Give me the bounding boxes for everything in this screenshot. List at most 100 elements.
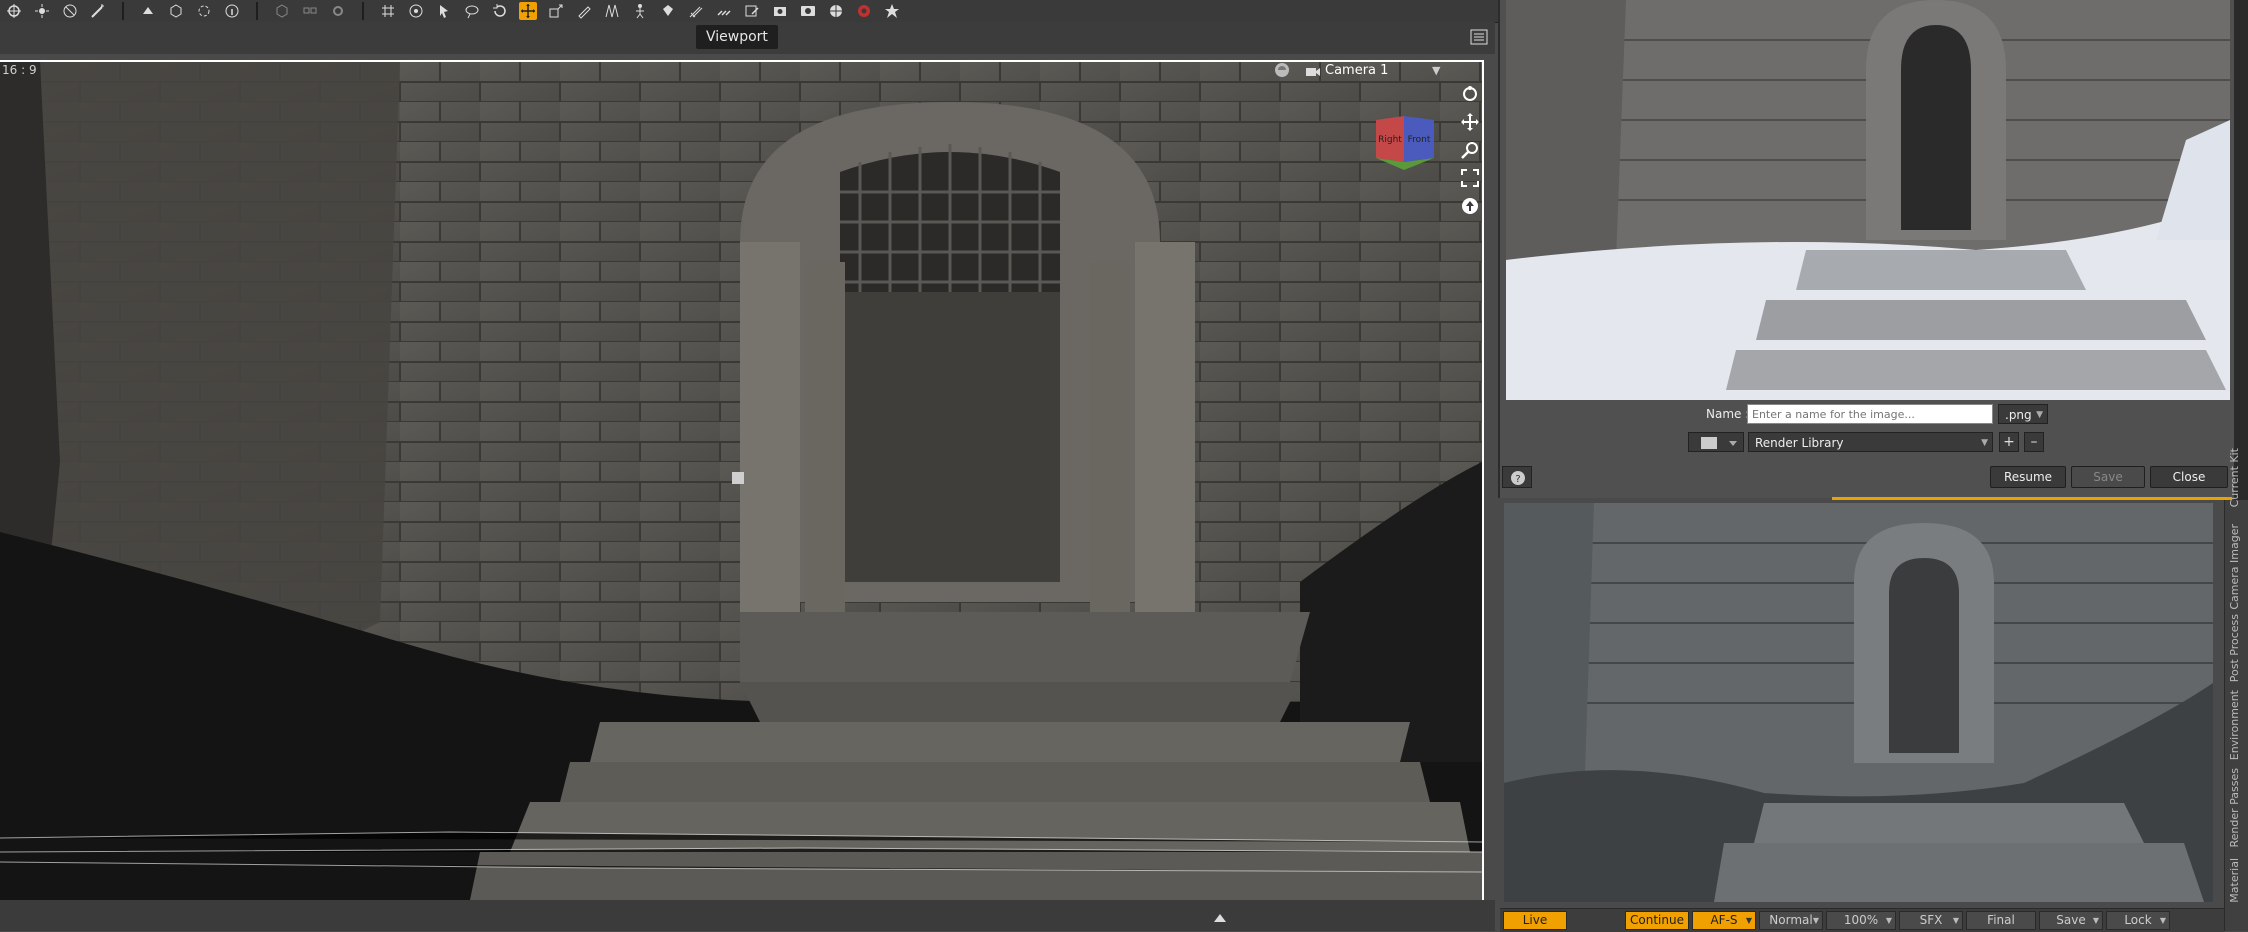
zoom-icon[interactable] [1460, 140, 1480, 160]
render-image [1506, 0, 2230, 400]
extension-dropdown[interactable]: .png ▼ [1998, 404, 2048, 424]
save-button[interactable]: Save [2071, 466, 2145, 488]
brush-icon[interactable] [575, 2, 593, 20]
tab-environment[interactable]: Environment [2228, 690, 2241, 760]
tab-camera-imager[interactable]: Camera Imager [2228, 524, 2241, 610]
hair-brush-icon[interactable] [687, 2, 705, 20]
afs-dropdown[interactable]: AF-S ▼ [1692, 911, 1756, 930]
sfx-label: SFX [1919, 913, 1943, 927]
pan-icon[interactable] [1460, 112, 1480, 132]
remove-library-button[interactable]: – [2024, 432, 2044, 452]
render-progress-bar [1832, 497, 2232, 500]
render-settings-icon[interactable] [855, 2, 873, 20]
chevron-down-icon: ▼ [2159, 916, 2166, 925]
render-library-dropdown[interactable]: Render Library ▼ [1748, 432, 1993, 452]
info-icon[interactable] [223, 2, 241, 20]
tab-post-process[interactable]: Post Process [2228, 614, 2241, 682]
extension-value: .png [2005, 408, 2032, 422]
iray-icon[interactable] [827, 2, 845, 20]
chevron-down-icon: ▼ [1952, 916, 1959, 925]
geometry-editor-icon[interactable] [139, 2, 157, 20]
bottom-save-label: Save [2056, 913, 2086, 927]
cube-icon[interactable] [167, 2, 185, 20]
resume-button[interactable]: Resume [1990, 466, 2066, 488]
camera-selector[interactable]: Camera 1 [1305, 63, 1388, 78]
chevron-down-icon: ▼ [1885, 916, 1892, 925]
camera-icon [1306, 67, 1320, 76]
node-select-icon[interactable] [407, 2, 425, 20]
side-tab-strip: Material Render Passes Environment Post … [2224, 448, 2248, 931]
universal-tool-icon[interactable] [5, 2, 23, 20]
lock-label: Lock [2124, 913, 2152, 927]
sun-icon[interactable] [33, 2, 51, 20]
status-spacer [1570, 911, 1622, 930]
bucket-icon[interactable] [659, 2, 677, 20]
gear-icon[interactable] [329, 2, 347, 20]
help-icon: ? [1511, 471, 1525, 485]
save-dropdown[interactable]: Save ▼ [2039, 911, 2103, 930]
viewport-menu-icon[interactable] [1470, 28, 1488, 46]
normal-dropdown[interactable]: Normal ▼ [1759, 911, 1823, 930]
spotrender-icon[interactable] [883, 2, 901, 20]
close-button[interactable]: Close [2150, 466, 2228, 488]
edit-image-icon[interactable] [743, 2, 761, 20]
view-cube-left-label: Right [1378, 135, 1402, 145]
aux-viewport-preview[interactable] [1504, 503, 2213, 902]
scale-icon[interactable] [547, 2, 565, 20]
toolbar-separator [122, 2, 124, 20]
render-icon[interactable] [799, 2, 817, 20]
chevron-down-icon: ▼ [2036, 410, 2043, 420]
joint-tool-icon[interactable] [61, 2, 79, 20]
image-name-label: Name : [1706, 407, 1750, 421]
camera-name: Camera 1 [1325, 63, 1389, 78]
lasso-icon[interactable] [463, 2, 481, 20]
box-outline-icon[interactable] [273, 2, 291, 20]
toolbar-separator [362, 2, 364, 20]
reset-view-icon[interactable] [1460, 196, 1480, 216]
sfx-dropdown[interactable]: SFX ▼ [1899, 911, 1963, 930]
image-name-input[interactable] [1747, 404, 1993, 424]
tab-current-kit[interactable]: Current Kit [2228, 448, 2241, 507]
final-button[interactable]: Final [1966, 911, 2036, 930]
viewport-tab[interactable]: Viewport [696, 25, 778, 49]
rotate-icon[interactable] [491, 2, 509, 20]
pointer-icon[interactable] [435, 2, 453, 20]
tab-render-passes[interactable]: Render Passes [2228, 768, 2241, 848]
draw-style-icon[interactable] [1272, 60, 1294, 82]
camera-dropdown-icon[interactable]: ▼ [1432, 64, 1440, 77]
deform-icon[interactable] [603, 2, 621, 20]
toolbar-separator [256, 2, 258, 20]
chevron-down-icon: ▼ [1981, 438, 1988, 448]
collapse-arrow-icon[interactable] [1214, 914, 1226, 922]
grid-icon[interactable] [379, 2, 397, 20]
aspect-ratio-label: 16 : 9 [2, 63, 37, 77]
wand-icon[interactable] [89, 2, 107, 20]
svg-text:?: ? [1515, 474, 1520, 485]
orbit-icon[interactable] [1460, 84, 1480, 104]
continue-button[interactable]: Continue [1625, 911, 1689, 930]
chevron-down-icon: ▼ [1812, 916, 1819, 925]
camera-render-icon[interactable] [771, 2, 789, 20]
translate-icon[interactable] [519, 2, 537, 20]
selection-handle[interactable] [732, 472, 744, 484]
live-toggle[interactable]: Live [1503, 911, 1567, 930]
viewport-footer [0, 900, 1495, 931]
library-type-dropdown[interactable] [1688, 432, 1744, 452]
right-panel-edge [2234, 0, 2248, 500]
normal-label: Normal [1769, 913, 1813, 927]
main-toolbar [0, 0, 1500, 23]
help-button[interactable]: ? [1502, 466, 1532, 488]
chevron-down-icon: ▼ [1745, 916, 1752, 925]
refresh-icon[interactable] [195, 2, 213, 20]
zoom-label: 100% [1843, 913, 1879, 927]
add-library-button[interactable]: + [1999, 432, 2019, 452]
multi-box-icon[interactable] [301, 2, 319, 20]
afs-label: AF-S [1710, 913, 1738, 927]
view-cube[interactable]: Right Front [1372, 112, 1438, 172]
lock-dropdown[interactable]: Lock ▼ [2106, 911, 2170, 930]
chain-icon[interactable] [715, 2, 733, 20]
frame-icon[interactable] [1460, 168, 1480, 188]
figure-icon[interactable] [631, 2, 649, 20]
zoom-dropdown[interactable]: 100% ▼ [1826, 911, 1896, 930]
tab-material[interactable]: Material [2228, 858, 2241, 903]
